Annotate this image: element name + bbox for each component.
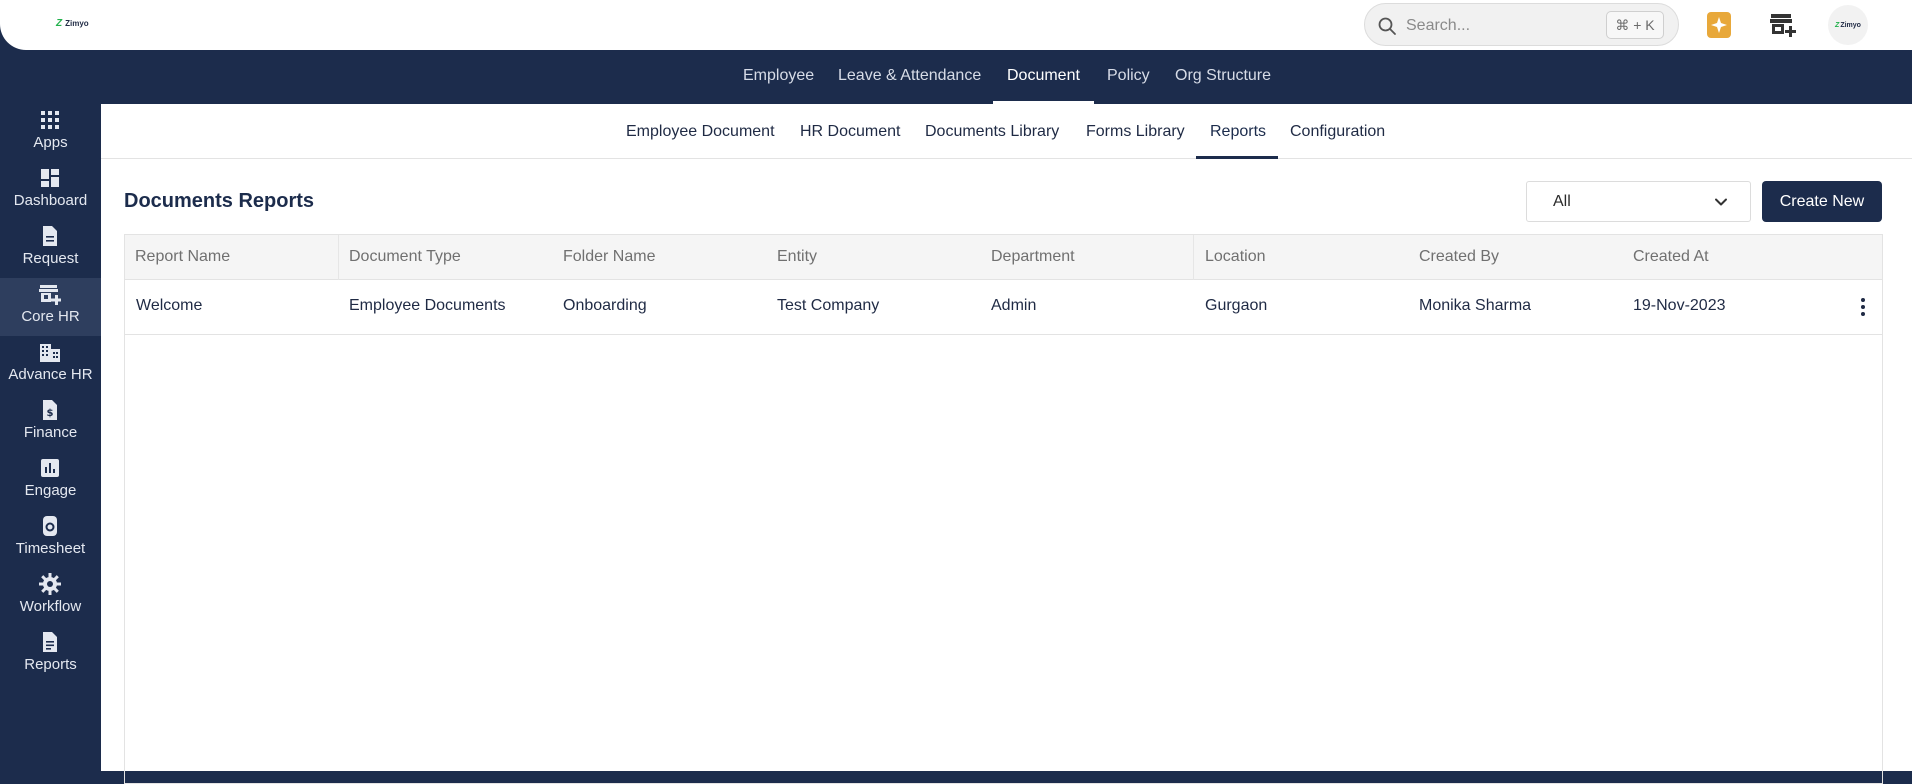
main-nav-org-structure[interactable]: Org Structure bbox=[1175, 67, 1271, 85]
building-icon bbox=[40, 344, 60, 362]
sidebar-item-timesheet[interactable]: Timesheet bbox=[0, 510, 101, 568]
column-header-folder-name[interactable]: Folder Name bbox=[563, 248, 655, 266]
sidebar: Apps Dashboard Request Core HR Advance H… bbox=[0, 104, 101, 771]
column-header-report-name[interactable]: Report Name bbox=[135, 248, 230, 266]
main-nav-employee[interactable]: Employee bbox=[743, 67, 814, 85]
column-header-location[interactable]: Location bbox=[1205, 248, 1266, 266]
sidebar-item-label: Request bbox=[22, 250, 79, 267]
store-add-icon[interactable] bbox=[1769, 12, 1797, 38]
sidebar-item-label: Reports bbox=[24, 656, 77, 673]
sidebar-item-label: Apps bbox=[33, 134, 68, 151]
sub-nav: Employee Document HR Document Documents … bbox=[101, 104, 1912, 159]
company-logo[interactable]: Z Zimyo bbox=[56, 18, 89, 29]
column-header-document-type[interactable]: Document Type bbox=[349, 248, 461, 266]
report-icon bbox=[43, 632, 57, 652]
dollar-file-icon: $ bbox=[43, 400, 57, 420]
cell-department: Admin bbox=[991, 297, 1037, 314]
dashboard-icon bbox=[41, 169, 59, 187]
sidebar-item-engage[interactable]: Engage bbox=[0, 452, 101, 510]
sidebar-item-label: Core HR bbox=[21, 308, 80, 325]
table-header: Report Name Document Type Folder Name En… bbox=[125, 235, 1882, 280]
table-row[interactable]: Welcome Employee Documents Onboarding Te… bbox=[125, 280, 1882, 335]
column-header-department[interactable]: Department bbox=[991, 248, 1075, 266]
avatar-logo-icon: Z bbox=[1835, 21, 1840, 29]
sidebar-item-dashboard[interactable]: Dashboard bbox=[0, 162, 101, 220]
main-nav-leave-attendance[interactable]: Leave & Attendance bbox=[838, 67, 981, 85]
search-placeholder[interactable]: Search... bbox=[1406, 17, 1470, 35]
search-icon bbox=[1378, 17, 1396, 35]
chevron-down-icon bbox=[1715, 198, 1727, 206]
ai-spark-button[interactable] bbox=[1707, 12, 1731, 38]
bar-chart-icon bbox=[41, 459, 59, 477]
tab-hr-document[interactable]: HR Document bbox=[800, 123, 900, 141]
tab-reports[interactable]: Reports bbox=[1210, 123, 1266, 141]
cell-created-by: Monika Sharma bbox=[1419, 297, 1532, 314]
sidebar-item-label: Dashboard bbox=[13, 192, 88, 209]
sidebar-item-label: Advance HR bbox=[8, 366, 93, 383]
sidebar-item-request[interactable]: Request bbox=[0, 220, 101, 278]
stopwatch-icon bbox=[43, 516, 57, 536]
sidebar-item-reports[interactable]: Reports bbox=[0, 626, 101, 684]
cell-document-type: Employee Documents bbox=[349, 297, 506, 314]
main-nav-document[interactable]: Document bbox=[1007, 67, 1080, 85]
search-shortcut: ⌘ + K bbox=[1606, 11, 1664, 39]
sub-nav-active-indicator bbox=[1196, 156, 1278, 159]
top-header: Z Zimyo Search... ⌘ + K Z Zimyo bbox=[0, 0, 1912, 50]
main-nav-policy[interactable]: Policy bbox=[1107, 67, 1150, 85]
cell-location: Gurgaon bbox=[1205, 297, 1268, 314]
page-title: Documents Reports bbox=[124, 190, 315, 212]
svg-text:$: $ bbox=[47, 408, 54, 419]
sidebar-item-label: Engage bbox=[24, 482, 77, 499]
cell-folder-name: Onboarding bbox=[563, 297, 647, 314]
more-options-icon[interactable] bbox=[1860, 298, 1866, 318]
cell-report-name: Welcome bbox=[136, 297, 203, 314]
gear-icon bbox=[39, 573, 61, 595]
column-divider bbox=[1193, 235, 1194, 280]
filter-select[interactable]: All bbox=[1526, 181, 1751, 222]
store-add-icon bbox=[39, 285, 61, 305]
cell-created-at: 19-Nov-2023 bbox=[1633, 297, 1726, 314]
reports-table: Report Name Document Type Folder Name En… bbox=[124, 234, 1883, 784]
tab-documents-library[interactable]: Documents Library bbox=[925, 123, 1059, 141]
sidebar-item-apps[interactable]: Apps bbox=[0, 104, 101, 162]
column-header-entity[interactable]: Entity bbox=[777, 248, 817, 266]
column-header-created-at[interactable]: Created At bbox=[1633, 248, 1709, 266]
main-nav: Employee Leave & Attendance Document Pol… bbox=[0, 50, 1912, 104]
sidebar-item-core-hr[interactable]: Core HR bbox=[0, 278, 101, 336]
tab-employee-document[interactable]: Employee Document bbox=[626, 123, 775, 141]
sidebar-item-workflow[interactable]: Workflow bbox=[0, 568, 101, 626]
apps-grid-icon bbox=[41, 111, 59, 129]
column-header-created-by[interactable]: Created By bbox=[1419, 248, 1499, 266]
sidebar-item-label: Finance bbox=[23, 424, 78, 441]
main-content: Employee Document HR Document Documents … bbox=[101, 104, 1912, 784]
tab-forms-library[interactable]: Forms Library bbox=[1086, 123, 1185, 141]
logo-text: Zimyo bbox=[65, 19, 89, 28]
document-icon bbox=[43, 226, 57, 246]
search-box[interactable]: Search... ⌘ + K bbox=[1364, 3, 1679, 46]
filter-select-value: All bbox=[1553, 193, 1571, 210]
sidebar-item-finance[interactable]: $ Finance bbox=[0, 394, 101, 452]
sidebar-item-advance-hr[interactable]: Advance HR bbox=[0, 336, 101, 394]
sidebar-item-label: Workflow bbox=[19, 598, 82, 615]
sidebar-item-label: Timesheet bbox=[15, 540, 86, 557]
tab-configuration[interactable]: Configuration bbox=[1290, 123, 1385, 141]
zimyo-logo-icon: Z bbox=[56, 18, 63, 29]
cell-entity: Test Company bbox=[777, 297, 880, 314]
create-new-button[interactable]: Create New bbox=[1762, 181, 1882, 222]
column-divider bbox=[338, 235, 339, 280]
sparkle-icon bbox=[1711, 17, 1727, 33]
avatar-text: Zimyo bbox=[1840, 21, 1861, 29]
avatar[interactable]: Z Zimyo bbox=[1828, 5, 1868, 45]
